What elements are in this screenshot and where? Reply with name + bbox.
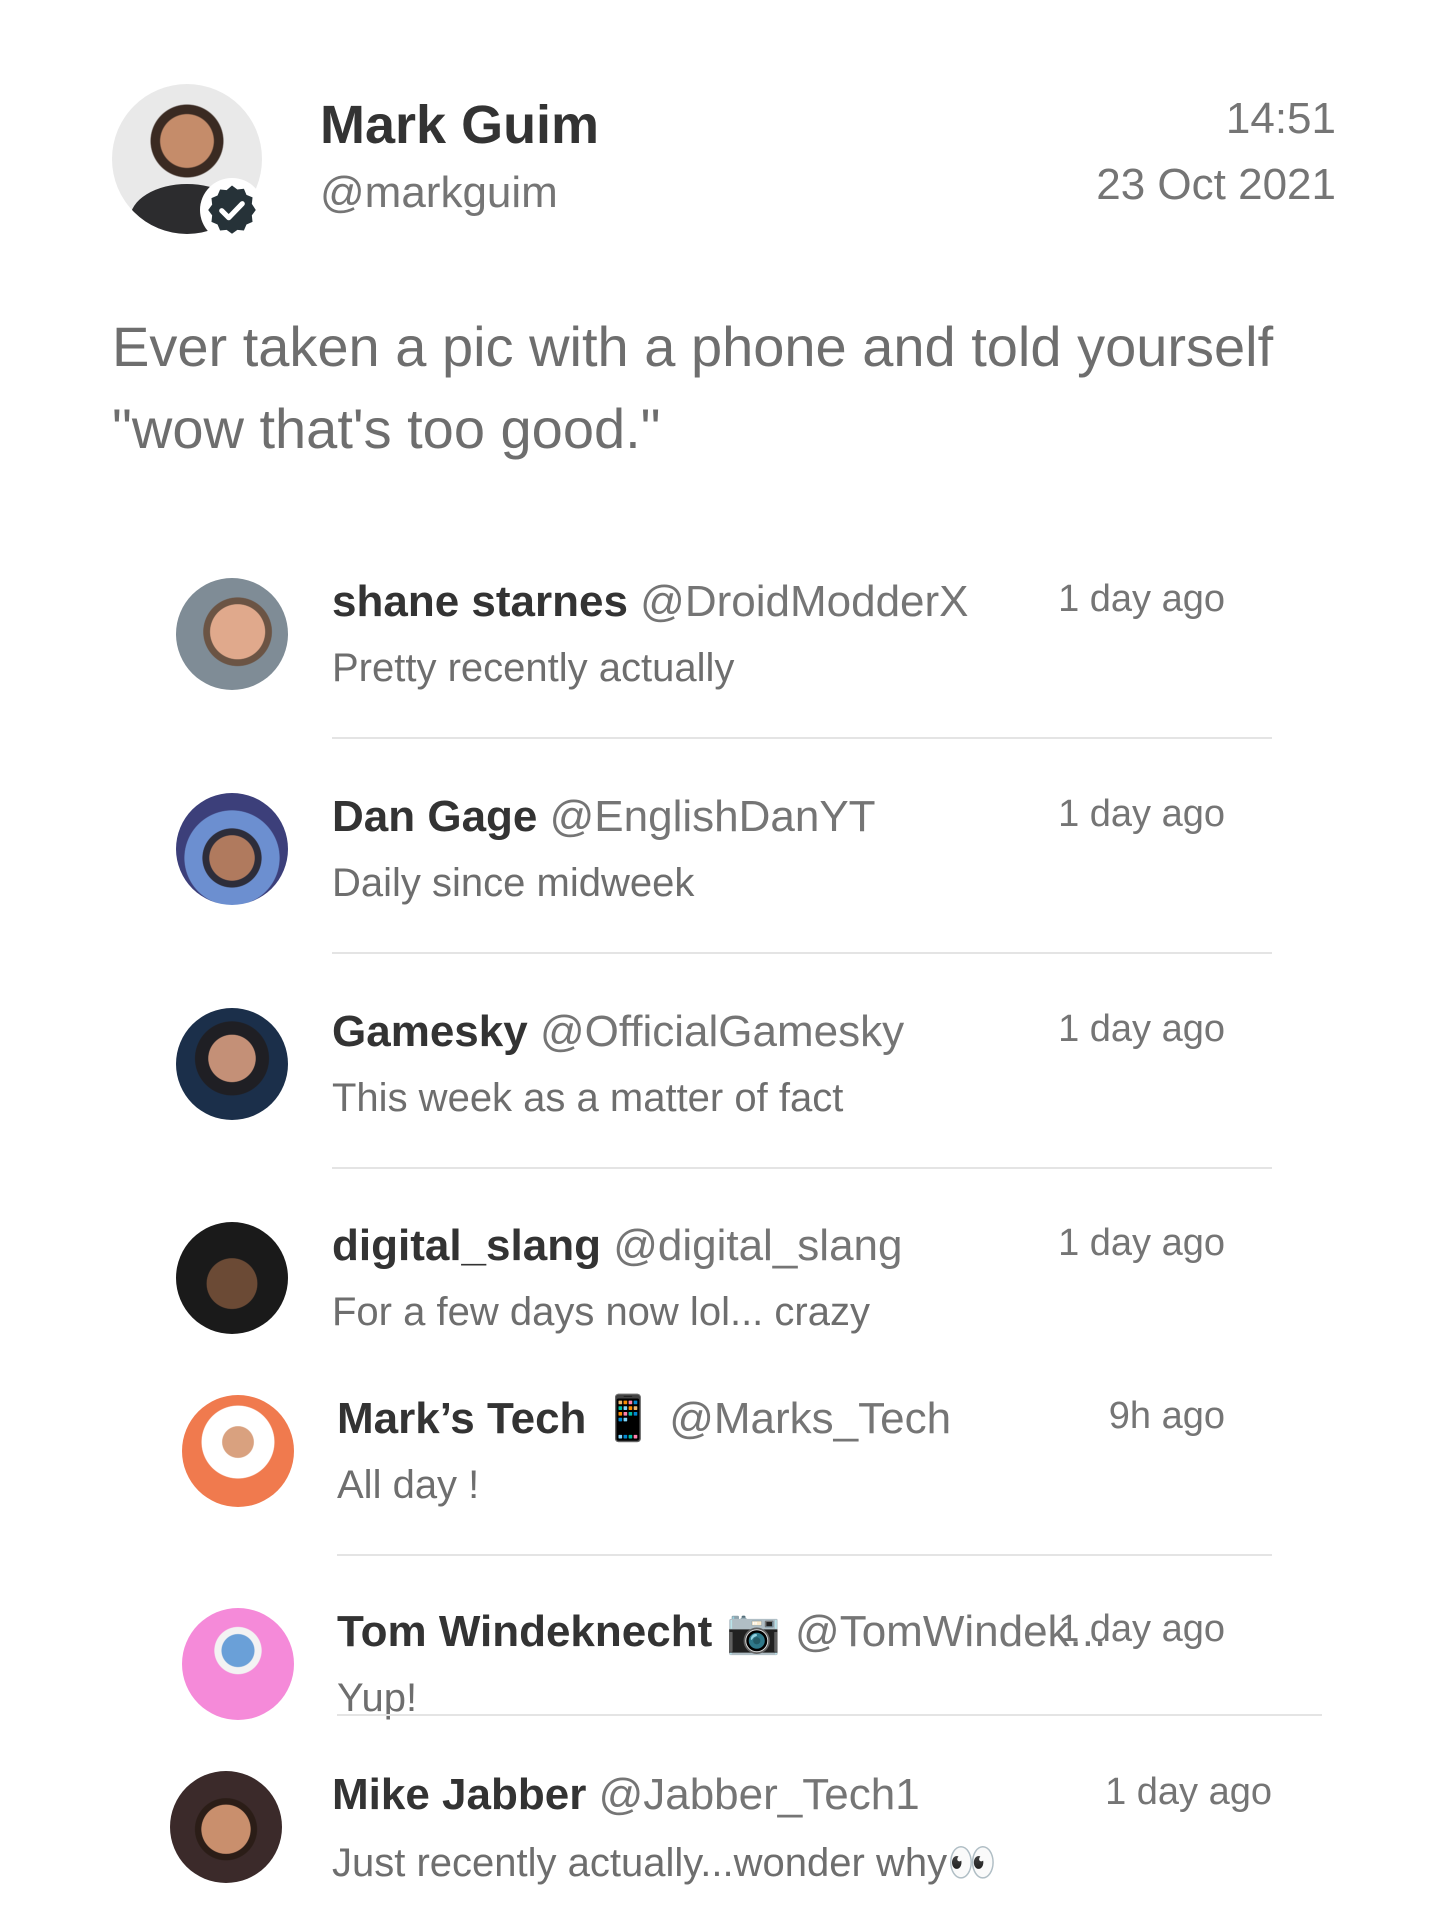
reply-header: shane starnes @DroidModderX	[332, 574, 969, 630]
camera-icon: 📷	[726, 1607, 782, 1656]
reply-handle[interactable]: @Jabber_Tech1	[599, 1770, 920, 1819]
reply-name[interactable]: digital_slang	[332, 1221, 601, 1270]
reply-text: This week as a matter of fact	[332, 1076, 844, 1120]
reply-header: Mark’s Tech 📱 @Marks_Tech	[337, 1391, 951, 1447]
divider	[332, 952, 1272, 954]
reply-text: Pretty recently actually	[332, 646, 735, 690]
reply-avatar[interactable]	[176, 578, 288, 690]
reply-header: Gamesky @OfficialGamesky	[332, 1004, 904, 1060]
reply-name[interactable]: Gamesky	[332, 1007, 528, 1056]
reply-name[interactable]: shane starnes	[332, 577, 628, 626]
reply-time: 1 day ago	[1105, 1771, 1272, 1813]
reply-time: 1 day ago	[1058, 1608, 1225, 1650]
reply-handle[interactable]: @EnglishDanYT	[550, 792, 876, 841]
tweet-text: Ever taken a pic with a phone and told y…	[112, 315, 1274, 460]
reply-avatar[interactable]	[182, 1395, 294, 1507]
reply-header: Dan Gage @EnglishDanYT	[332, 789, 876, 845]
reply-handle[interactable]: @digital_slang	[613, 1221, 902, 1270]
reply-name[interactable]: Tom Windeknecht	[337, 1607, 712, 1656]
reply-avatar[interactable]	[170, 1771, 282, 1883]
reply-handle[interactable]: @Marks_Tech	[669, 1394, 951, 1443]
reply-name[interactable]: Mike Jabber	[332, 1770, 586, 1819]
divider	[332, 737, 1272, 739]
reply-time: 1 day ago	[1058, 1222, 1225, 1264]
reply-text: For a few days now lol... crazy	[332, 1290, 870, 1334]
reply-header: Tom Windeknecht 📷 @TomWindek...	[337, 1604, 1106, 1660]
author-handle[interactable]: @markguim	[320, 168, 558, 218]
reply-time: 1 day ago	[1058, 1008, 1225, 1050]
reply-time: 9h ago	[1108, 1395, 1225, 1437]
divider	[337, 1714, 1322, 1716]
reply-text: Daily since midweek	[332, 861, 695, 905]
reply-text: Just recently actually...wonder why👀	[332, 1841, 997, 1885]
reply-avatar[interactable]	[176, 1222, 288, 1334]
reply-thread-screen: Mark Guim @markguim 14:51 23 Oct 2021 Ev…	[0, 0, 1440, 1920]
reply-header: Mike Jabber @Jabber_Tech1	[332, 1767, 920, 1823]
divider	[332, 1167, 1272, 1169]
reply-avatar[interactable]	[176, 1008, 288, 1120]
divider	[337, 1554, 1272, 1556]
reply-handle[interactable]: @OfficialGamesky	[540, 1007, 904, 1056]
reply-name[interactable]: Dan Gage	[332, 792, 537, 841]
reply-time: 1 day ago	[1058, 578, 1225, 620]
verified-check-icon	[208, 185, 256, 234]
reply-name[interactable]: Mark’s Tech	[337, 1394, 586, 1443]
reply-handle[interactable]: @DroidModderX	[640, 577, 968, 626]
author-name[interactable]: Mark Guim	[320, 94, 599, 156]
mobile-phone-icon: 📱	[600, 1394, 656, 1443]
reply-header: digital_slang @digital_slang	[332, 1218, 902, 1274]
post-time: 14:51	[1225, 94, 1336, 143]
reply-time: 1 day ago	[1058, 793, 1225, 835]
reply-text: All day !	[337, 1463, 480, 1507]
post-date: 23 Oct 2021	[1096, 160, 1336, 209]
reply-avatar[interactable]	[176, 793, 288, 905]
reply-avatar[interactable]	[182, 1608, 294, 1720]
verified-badge-icon	[200, 178, 264, 242]
